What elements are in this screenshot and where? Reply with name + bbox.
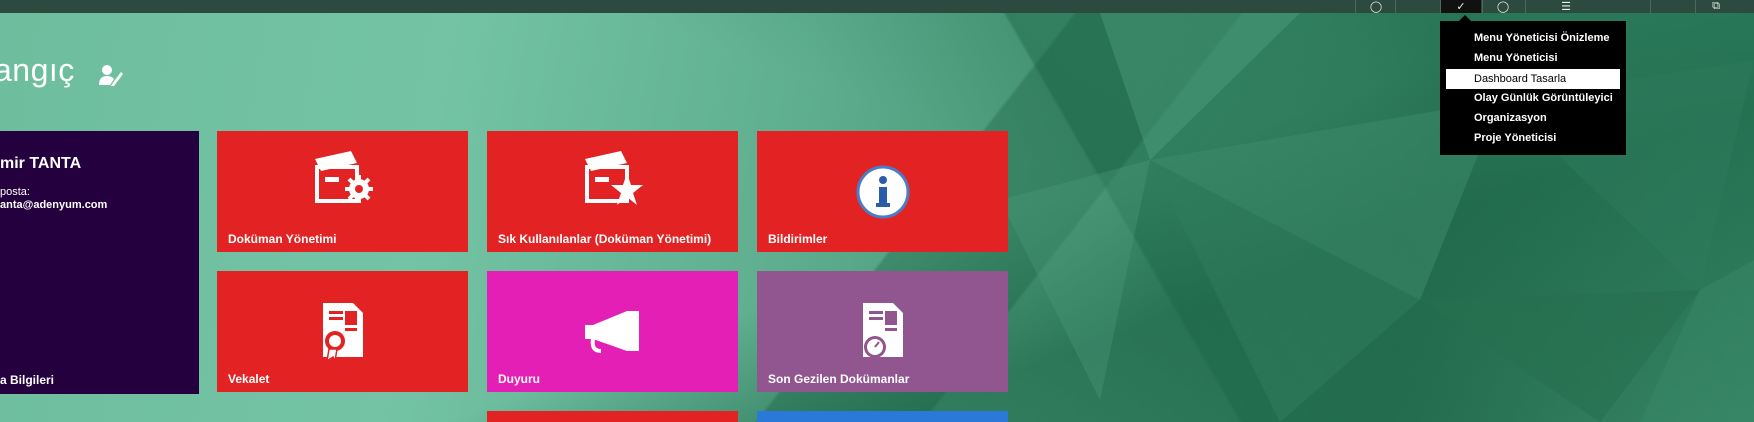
document-timer-icon bbox=[862, 303, 903, 358]
profile-info-link[interactable]: a Bilgileri bbox=[0, 373, 54, 387]
user-edit-icon[interactable] bbox=[98, 64, 124, 86]
user-name: mir TANTA bbox=[0, 155, 82, 172]
user-email: anta@adenyum.com bbox=[0, 199, 108, 211]
settings-icon[interactable]: ✓ bbox=[1440, 0, 1481, 13]
toolbar-button[interactable] bbox=[1395, 0, 1436, 13]
settings-dropdown-menu: Menu Yöneticisi Önizleme Menu Yöneticisi… bbox=[1440, 15, 1626, 155]
tile-label: Son Gezilen Dokümanlar bbox=[768, 372, 910, 386]
tile-proxy[interactable]: Vekalet bbox=[217, 271, 468, 392]
menu-caret bbox=[1458, 15, 1472, 22]
menu-item-project-manager[interactable]: Proje Yöneticisi bbox=[1446, 128, 1620, 148]
tile-label: Sık Kullanılanlar (Doküman Yönetimi) bbox=[498, 232, 712, 246]
tile-announcement[interactable]: Duyuru bbox=[487, 271, 738, 392]
profile-tile[interactable]: mir TANTA posta: anta@adenyum.com a Bilg… bbox=[0, 131, 199, 394]
tile-document-management[interactable]: Doküman Yönetimi bbox=[217, 131, 468, 252]
email-label: posta: bbox=[0, 186, 30, 198]
menu-item-dashboard-design[interactable]: Dashboard Tasarla bbox=[1446, 69, 1620, 89]
users-icon[interactable]: ◯ bbox=[1482, 0, 1523, 13]
menu-item-menu-preview[interactable]: Menu Yöneticisi Önizleme bbox=[1446, 28, 1620, 48]
menu-item-menu-manager[interactable]: Menu Yöneticisi bbox=[1446, 48, 1620, 68]
help-icon[interactable]: ◯ bbox=[1355, 0, 1396, 13]
menu-item-organization[interactable]: Organizasyon bbox=[1446, 108, 1620, 128]
tile-partial[interactable] bbox=[487, 411, 738, 422]
menu-item-event-log-viewer[interactable]: Olay Günlük Görüntüleyici bbox=[1446, 88, 1620, 108]
tile-recent-documents[interactable]: Son Gezilen Dokümanlar bbox=[757, 271, 1008, 392]
info-icon bbox=[856, 165, 909, 219]
tile-label: Duyuru bbox=[498, 372, 540, 386]
tile-label: Vekalet bbox=[228, 372, 270, 386]
tile-label: Doküman Yönetimi bbox=[228, 232, 337, 246]
fullscreen-icon[interactable]: ⧉ bbox=[1695, 0, 1736, 13]
tile-favorites[interactable]: Sık Kullanılanlar (Doküman Yönetimi) bbox=[487, 131, 738, 252]
certificate-icon bbox=[322, 303, 363, 363]
page-title: angıç bbox=[0, 52, 75, 88]
megaphone-icon bbox=[584, 311, 639, 353]
top-toolbar: ◯ ✓ ◯ ☰ ⧉ bbox=[0, 0, 1754, 13]
tile-label: Bildirimler bbox=[768, 232, 828, 246]
document-box-gear-icon bbox=[314, 151, 373, 203]
tile-notifications[interactable]: Bildirimler bbox=[757, 131, 1008, 252]
tile-partial[interactable] bbox=[757, 411, 1008, 422]
document-box-star-icon bbox=[584, 151, 643, 205]
toolbar-button-2[interactable] bbox=[1650, 0, 1691, 13]
list-icon[interactable]: ☰ bbox=[1525, 0, 1606, 13]
